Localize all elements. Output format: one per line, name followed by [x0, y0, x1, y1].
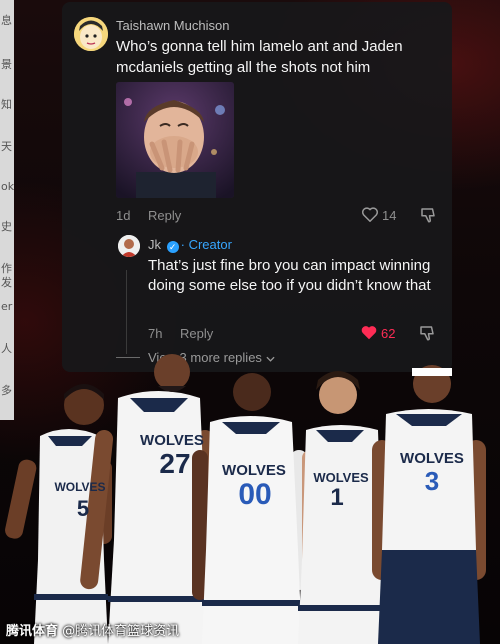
reaction-gif[interactable] [116, 82, 234, 198]
reply-age: 7h [148, 326, 163, 341]
reply-author-line: Jk ✓ · Creator [148, 237, 232, 253]
jersey-team: WOLVES [140, 432, 204, 449]
reply-like-count: 62 [381, 326, 396, 341]
watermark: 腾讯体育 @腾讯体育篮球资讯 [6, 620, 179, 639]
strip-char: er [1, 300, 13, 313]
comment-card: Taishawn Muchison Who’s gonna tell him l… [62, 2, 452, 372]
heart-outline-icon[interactable] [361, 206, 379, 228]
dislike-icon[interactable] [419, 206, 437, 229]
reply-author[interactable]: Jk [148, 237, 161, 252]
thread-line [126, 270, 127, 354]
players-photo: WOLVES 5 WOLVES 27 WOLVES 00 WOLVES 1 WO… [0, 350, 500, 644]
creator-separator: · [180, 237, 185, 252]
comment-age: 1d [116, 208, 131, 223]
watermark-brand: 腾讯体育 [6, 624, 59, 639]
jersey-number: 5 [76, 496, 90, 521]
jersey-team: WOLVES [400, 450, 464, 467]
creator-badge: Creator [188, 237, 232, 252]
player-figure [372, 365, 486, 644]
heart-filled-icon[interactable] [360, 324, 378, 346]
jersey-number: 27 [159, 448, 191, 479]
jersey-number: 3 [424, 466, 440, 496]
strip-char: 天 [1, 140, 12, 153]
reply-reply-button[interactable]: Reply [180, 326, 213, 341]
strip-char: 发 [1, 276, 12, 289]
comment-text: Who’s gonna tell him lamelo ant and Jade… [116, 38, 403, 76]
strip-char: ok [1, 180, 15, 193]
strip-char: 知 [1, 98, 12, 111]
verified-check-icon: ✓ [166, 241, 179, 253]
comment-reply-button[interactable]: Reply [148, 208, 181, 223]
jersey-team: WOLVES [222, 462, 286, 479]
strip-char: 史 [1, 220, 12, 233]
jersey-team: WOLVES [313, 470, 369, 485]
dislike-icon[interactable] [418, 324, 436, 347]
strip-char: 景 [1, 58, 12, 71]
reply-text: That’s just fine bro you can impact winn… [148, 257, 431, 294]
avatar[interactable] [118, 235, 140, 257]
comment-like-count: 14 [382, 208, 397, 223]
watermark-handle: @腾讯体育篮球资讯 [62, 624, 180, 639]
jersey-number: 1 [330, 484, 344, 511]
avatar[interactable] [74, 17, 108, 51]
strip-char: 息 [1, 14, 12, 27]
jersey-number: 00 [238, 478, 272, 511]
jersey-team: WOLVES [54, 480, 106, 494]
comment-author[interactable]: Taishawn Muchison [116, 18, 229, 33]
